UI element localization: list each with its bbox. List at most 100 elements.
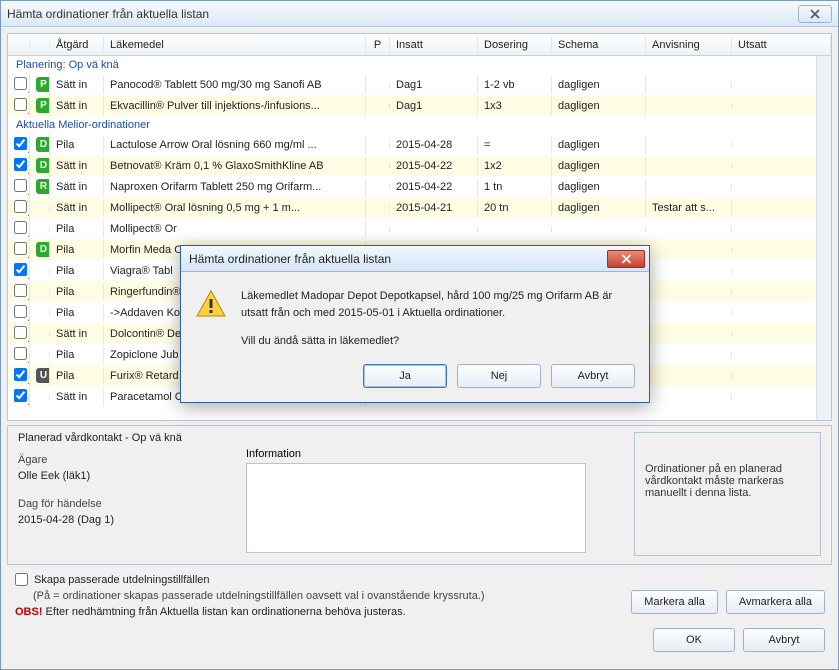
row-checkbox[interactable] [14, 263, 27, 276]
row-anvisning: Testar att s... [646, 199, 732, 217]
row-checkbox[interactable] [14, 368, 27, 381]
row-anvisning [646, 82, 732, 88]
row-insatt: Dag1 [390, 76, 478, 94]
table-row[interactable]: RSätt inNaproxen Orifarm Tablett 250 mg … [8, 176, 831, 197]
lp-right-text: Ordinationer på en planerad vårdkontakt … [645, 463, 810, 499]
table-row[interactable]: PilaMollipect® Or [8, 218, 831, 239]
row-dosering: 1 tn [478, 178, 552, 196]
row-checkbox[interactable] [14, 347, 27, 360]
row-atgard: Pila [50, 304, 104, 322]
col-dosering[interactable]: Dosering [478, 36, 552, 54]
row-schema: dagligen [552, 178, 646, 196]
avmarkera-alla-button[interactable]: Avmarkera alla [726, 590, 825, 614]
col-schema[interactable]: Schema [552, 36, 646, 54]
row-anvisning [646, 163, 732, 169]
row-p [366, 184, 390, 190]
info-label: Information [246, 448, 606, 460]
cb-skapa-passerade-input[interactable] [15, 573, 28, 586]
col-utsatt[interactable]: Utsatt [732, 36, 831, 54]
ok-button[interactable]: OK [653, 628, 735, 652]
col-p[interactable]: P [366, 36, 390, 54]
window-close-button[interactable] [798, 5, 832, 23]
dialog-ja-button[interactable]: Ja [363, 364, 447, 388]
row-checkbox[interactable] [14, 326, 27, 339]
row-status-icon: U [30, 365, 50, 386]
row-lakemedel: Betnovat® Kräm 0,1 % GlaxoSmithKline AB [104, 157, 366, 175]
row-schema: dagligen [552, 97, 646, 115]
row-atgard: Pila [50, 346, 104, 364]
row-checkbox[interactable] [14, 158, 27, 171]
dialog-line1: Läkemedlet Madopar Depot Depotkapsel, hå… [241, 288, 635, 321]
obs-text: Efter nedhämtning från Aktuella listan k… [43, 606, 406, 618]
col-checkbox [8, 42, 30, 48]
row-atgard: Pila [50, 136, 104, 154]
ok-cancel-buttons: OK Avbryt [653, 628, 825, 652]
info-textarea[interactable] [246, 463, 586, 553]
row-lakemedel: Panocod® Tablett 500 mg/30 mg Sanofi AB [104, 76, 366, 94]
col-lakemedel[interactable]: Läkemedel [104, 36, 366, 54]
table-row[interactable]: Sätt inMollipect® Oral lösning 0,5 mg + … [8, 197, 831, 218]
markera-alla-button[interactable]: Markera alla [631, 590, 718, 614]
row-p [366, 205, 390, 211]
row-checkbox[interactable] [14, 389, 27, 402]
table-row[interactable]: DPilaLactulose Arrow Oral lösning 660 mg… [8, 134, 831, 155]
row-lakemedel: Ekvacillin® Pulver till injektions-/infu… [104, 97, 366, 115]
row-status-icon [30, 226, 50, 232]
row-atgard: Pila [50, 283, 104, 301]
row-insatt: 2015-04-21 [390, 199, 478, 217]
row-insatt: 2015-04-22 [390, 157, 478, 175]
row-schema: dagligen [552, 157, 646, 175]
dialog-titlebar: Hämta ordinationer från aktuella listan [181, 246, 649, 272]
row-checkbox[interactable] [14, 200, 27, 213]
row-status-icon: D [30, 155, 50, 176]
row-atgard: Sätt in [50, 199, 104, 217]
row-atgard: Pila [50, 367, 104, 385]
row-anvisning [646, 289, 732, 295]
row-schema [552, 226, 646, 232]
table-row[interactable]: DSätt inBetnovat® Kräm 0,1 % GlaxoSmithK… [8, 155, 831, 176]
cb-skapa-passerade[interactable]: Skapa passerade utdelningstillfällen [15, 573, 824, 586]
row-anvisning [646, 247, 732, 253]
dialog-nej-button[interactable]: Nej [457, 364, 541, 388]
row-checkbox[interactable] [14, 137, 27, 150]
col-anvisning[interactable]: Anvisning [646, 36, 732, 54]
row-insatt [390, 226, 478, 232]
row-atgard: Sätt in [50, 388, 104, 406]
window-title: Hämta ordinationer från aktuella listan [7, 7, 209, 21]
dialog-body: Läkemedlet Madopar Depot Depotkapsel, hå… [181, 272, 649, 354]
dialog-close-button[interactable] [607, 250, 645, 268]
row-checkbox[interactable] [14, 305, 27, 318]
mark-buttons: Markera alla Avmarkera alla [631, 590, 825, 614]
row-p [366, 142, 390, 148]
col-insatt[interactable]: Insatt [390, 36, 478, 54]
dialog-avbryt-button[interactable]: Avbryt [551, 364, 635, 388]
row-dosering: 20 tn [478, 199, 552, 217]
row-insatt: Dag1 [390, 97, 478, 115]
cb-skapa-passerade-label: Skapa passerade utdelningstillfällen [34, 574, 210, 586]
row-checkbox[interactable] [14, 77, 27, 90]
row-status-icon [30, 394, 50, 400]
table-row[interactable]: PSätt inPanocod® Tablett 500 mg/30 mg Sa… [8, 74, 831, 95]
row-anvisning [646, 184, 732, 190]
agare-label: Ägare [18, 454, 218, 466]
row-lakemedel: Lactulose Arrow Oral lösning 660 mg/ml .… [104, 136, 366, 154]
row-p [366, 226, 390, 232]
group-aktuella: Aktuella Melior-ordinationer [8, 116, 831, 134]
row-status-icon [30, 352, 50, 358]
table-row[interactable]: PSätt inEkvacillin® Pulver till injektio… [8, 95, 831, 116]
row-atgard: Sätt in [50, 325, 104, 343]
row-checkbox[interactable] [14, 221, 27, 234]
row-anvisning [646, 103, 732, 109]
row-anvisning [646, 394, 732, 400]
grid-scrollbar[interactable] [816, 56, 831, 420]
warning-icon [195, 288, 227, 320]
row-checkbox[interactable] [14, 179, 27, 192]
avbryt-button[interactable]: Avbryt [743, 628, 825, 652]
col-atgard[interactable]: Åtgärd [50, 36, 104, 54]
row-checkbox[interactable] [14, 98, 27, 111]
dialog-line2: Vill du ändå sätta in läkemedlet? [241, 333, 635, 350]
row-checkbox[interactable] [14, 242, 27, 255]
row-checkbox[interactable] [14, 284, 27, 297]
row-status-icon [30, 310, 50, 316]
row-insatt: 2015-04-28 [390, 136, 478, 154]
